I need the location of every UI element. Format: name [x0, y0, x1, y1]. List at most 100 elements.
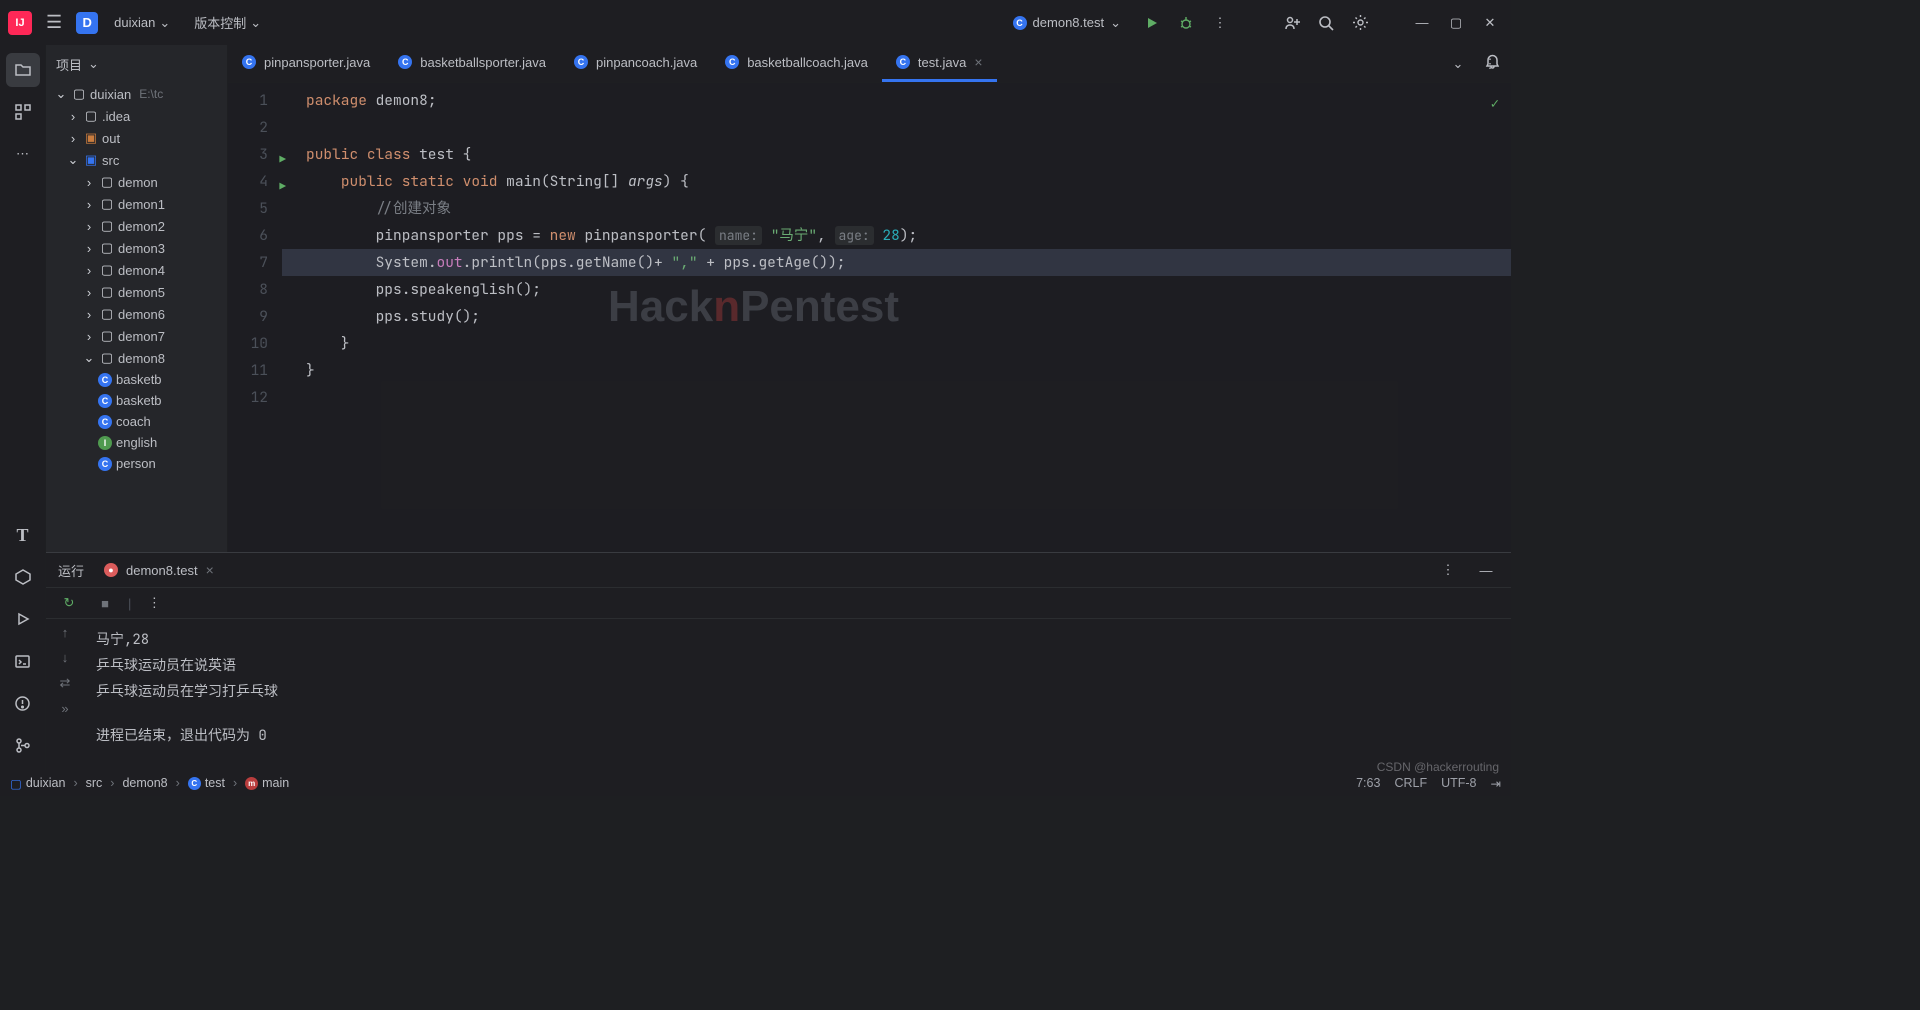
tree-item-src[interactable]: ⌄▣src [46, 149, 227, 171]
tree-item-out[interactable]: ›▣out [46, 127, 227, 149]
breadcrumb-package[interactable]: demon8 [122, 776, 167, 790]
tree-item-basketb2[interactable]: Cbasketb [46, 390, 227, 411]
project-panel: 项目 ⌄ ⌄▢duixianE:\tc ›▢.idea ›▣out ⌄▣src … [46, 45, 228, 552]
app-logo: IJ [8, 11, 32, 35]
java-icon: ● [104, 563, 118, 577]
output-line: 马宁,28 [96, 627, 1499, 653]
close-button[interactable]: ✕ [1477, 10, 1503, 36]
rerun-button[interactable]: ↻ [56, 590, 82, 616]
notifications-icon[interactable] [1484, 52, 1501, 69]
indent-indicator[interactable]: ⇥ [1491, 776, 1501, 791]
project-selector[interactable]: duixian ⌄ [106, 11, 178, 35]
tab-list-button[interactable]: ⌄ [1445, 51, 1471, 77]
main-menu-button[interactable]: ☰ [40, 12, 68, 33]
structure-tool-button[interactable] [6, 95, 40, 129]
project-badge[interactable]: D [76, 12, 98, 34]
editor-area: Cpinpansporter.java Cbasketballsporter.j… [228, 45, 1511, 552]
run-config-name: demon8.test [1033, 15, 1105, 30]
watermark-csdn: CSDN @hackerrouting [1377, 760, 1499, 774]
settings-icon[interactable] [1347, 10, 1373, 36]
tree-item-english[interactable]: Ienglish [46, 432, 227, 453]
run-tool-button[interactable] [6, 602, 40, 636]
code-editor[interactable]: HacknPentest ✓ 1 2 3▶ 4▶ 5 6 7 8 9 10 11 [228, 83, 1511, 552]
text-tool-button[interactable]: T [6, 518, 40, 552]
breadcrumb-method[interactable]: m main [245, 776, 289, 790]
tree-root[interactable]: ⌄▢duixianE:\tc [46, 83, 227, 105]
output-line: 乒乓球运动员在说英语 [96, 653, 1499, 679]
more-actions-button[interactable]: ⋮ [1207, 10, 1233, 36]
project-panel-header[interactable]: 项目 ⌄ [46, 45, 227, 83]
tree-item-demon4[interactable]: ›▢demon4 [46, 259, 227, 281]
tree-item-demon1[interactable]: ›▢demon1 [46, 193, 227, 215]
close-icon[interactable]: × [974, 54, 982, 70]
run-output-toolbar: ↑ ↓ ⇄ » [46, 619, 84, 770]
minimize-button[interactable]: ― [1409, 10, 1435, 36]
class-icon: C [725, 55, 739, 69]
line-separator[interactable]: CRLF [1394, 776, 1427, 791]
tree-item-coach[interactable]: Ccoach [46, 411, 227, 432]
expand-all-icon[interactable]: » [61, 701, 68, 716]
tree-item-demon6[interactable]: ›▢demon6 [46, 303, 227, 325]
tree-item-person[interactable]: Cperson [46, 453, 227, 474]
cursor-position[interactable]: 7:63 [1356, 776, 1380, 791]
tree-item-basketb1[interactable]: Cbasketb [46, 369, 227, 390]
class-icon: C [98, 394, 112, 408]
tree-item-demon8[interactable]: ⌄▢demon8 [46, 347, 227, 369]
titlebar: IJ ☰ D duixian ⌄ 版本控制 ⌄ C demon8.test ⌄ … [0, 0, 1511, 45]
run-toolbar-more-button[interactable]: ⋮ [141, 590, 167, 616]
tab-pinpansporter[interactable]: Cpinpansporter.java [228, 45, 384, 82]
tab-test[interactable]: Ctest.java× [882, 45, 997, 82]
class-icon: C [398, 55, 412, 69]
search-icon[interactable] [1313, 10, 1339, 36]
scroll-down-icon[interactable]: ↓ [62, 650, 69, 665]
tab-pinpancoach[interactable]: Cpinpancoach.java [560, 45, 711, 82]
breadcrumb-class[interactable]: C test [188, 776, 225, 790]
tab-basketballsporter[interactable]: Cbasketballsporter.java [384, 45, 560, 82]
hide-panel-button[interactable]: ― [1473, 557, 1499, 583]
breadcrumb-project[interactable]: ▢ duixian [10, 776, 65, 791]
vcs-label: 版本控制 [194, 13, 246, 32]
run-config-selector[interactable]: C demon8.test ⌄ [1003, 11, 1131, 35]
gutter: 1 2 3▶ 4▶ 5 6 7 8 9 10 11 12 [228, 83, 282, 552]
chevron-down-icon: ⌄ [1110, 15, 1121, 31]
interface-icon: I [98, 436, 112, 450]
run-output[interactable]: 马宁,28 乒乓球运动员在说英语 乒乓球运动员在学习打乒乓球 进程已结束，退出代… [84, 619, 1511, 770]
run-panel-header: 运行 ● demon8.test × ⋮ ― [46, 553, 1511, 587]
class-icon: C [98, 457, 112, 471]
tree-item-idea[interactable]: ›▢.idea [46, 105, 227, 127]
class-icon: C [896, 55, 910, 69]
run-panel-title: 运行 [58, 561, 84, 580]
vcs-menu[interactable]: 版本控制 ⌄ [186, 9, 269, 36]
tree-item-demon7[interactable]: ›▢demon7 [46, 325, 227, 347]
maximize-button[interactable]: ▢ [1443, 10, 1469, 36]
run-panel: 运行 ● demon8.test × ⋮ ― ↻ ■ | ⋮ ↑ ↓ [46, 552, 1511, 770]
statusbar: ▢ duixian › src › demon8 › C test › m ma… [0, 770, 1511, 796]
services-tool-button[interactable] [6, 560, 40, 594]
close-icon[interactable]: × [206, 562, 214, 578]
tree-item-demon2[interactable]: ›▢demon2 [46, 215, 227, 237]
class-icon: C [242, 55, 256, 69]
project-tool-button[interactable] [6, 53, 40, 87]
class-icon: C [98, 373, 112, 387]
run-button[interactable] [1139, 10, 1165, 36]
tab-basketballcoach[interactable]: Cbasketballcoach.java [711, 45, 882, 82]
debug-button[interactable] [1173, 10, 1199, 36]
vcs-tool-button[interactable] [6, 728, 40, 762]
terminal-tool-button[interactable] [6, 644, 40, 678]
panel-title: 项目 [56, 55, 82, 74]
more-tools-button[interactable]: ⋯ [6, 137, 40, 171]
stop-button[interactable]: ■ [92, 590, 118, 616]
tree-item-demon3[interactable]: ›▢demon3 [46, 237, 227, 259]
scroll-up-icon[interactable]: ↑ [62, 625, 69, 640]
problems-tool-button[interactable] [6, 686, 40, 720]
run-tab[interactable]: ● demon8.test × [96, 558, 222, 582]
breadcrumb-src[interactable]: src [86, 776, 103, 790]
tree-item-demon5[interactable]: ›▢demon5 [46, 281, 227, 303]
run-toolbar: ↻ ■ | ⋮ [46, 587, 1511, 619]
run-panel-more-button[interactable]: ⋮ [1435, 557, 1461, 583]
soft-wrap-icon[interactable]: ⇄ [60, 675, 71, 691]
file-encoding[interactable]: UTF-8 [1441, 776, 1476, 791]
code-with-me-icon[interactable] [1279, 10, 1305, 36]
output-exit: 进程已结束，退出代码为 0 [96, 723, 1499, 749]
tree-item-demon[interactable]: ›▢demon [46, 171, 227, 193]
